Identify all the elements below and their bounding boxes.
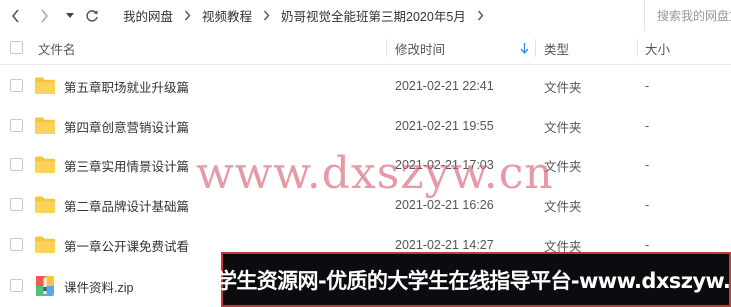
promo-banner-text: 大学生资源网-优质的大学生在线指导平台-www.dxszyw.cn — [195, 268, 731, 293]
select-all-checkbox[interactable] — [10, 41, 23, 54]
file-type: 文件夹 — [544, 199, 582, 214]
caret-down-icon — [66, 12, 74, 18]
file-list-header: 文件名 修改时间 类型 大小 — [0, 31, 731, 65]
file-type: 文件夹 — [544, 159, 582, 174]
file-size: - — [645, 119, 650, 133]
file-modified-time: 2021-02-21 19:55 — [395, 119, 494, 133]
folder-icon — [35, 156, 55, 173]
row-checkbox[interactable] — [10, 238, 23, 251]
file-modified-time: 2021-02-21 22:41 — [395, 79, 494, 93]
file-row[interactable]: 第三章实用情景设计篇 2021-02-21 17:03 文件夹 - — [0, 145, 731, 185]
column-divider[interactable] — [637, 39, 638, 57]
file-name[interactable]: 第一章公开课免费试看 — [64, 225, 189, 265]
row-checkbox[interactable] — [10, 158, 23, 171]
breadcrumb-current-folder[interactable]: 奶哥视觉全能班第三期2020年5月 — [270, 6, 477, 25]
chevron-left-icon — [11, 8, 19, 23]
file-type: 文件夹 — [544, 120, 582, 135]
forward-button[interactable] — [34, 0, 54, 31]
breadcrumb-separator-icon — [263, 10, 270, 21]
folder-icon — [35, 236, 55, 253]
file-name[interactable]: 第三章实用情景设计篇 — [64, 145, 189, 185]
file-row[interactable]: 第五章职场就业升级篇 2021-02-21 22:41 文件夹 - — [0, 66, 731, 106]
history-dropdown-button[interactable] — [63, 0, 77, 31]
row-checkbox[interactable] — [10, 119, 23, 132]
row-checkbox[interactable] — [10, 79, 23, 92]
file-name[interactable]: 第五章职场就业升级篇 — [64, 66, 189, 106]
file-modified-time: 2021-02-21 16:26 — [395, 198, 494, 212]
breadcrumb-separator-icon — [184, 10, 191, 21]
column-header-name[interactable]: 文件名 — [38, 31, 76, 65]
refresh-button[interactable] — [82, 0, 102, 31]
column-divider[interactable] — [386, 39, 387, 57]
file-name[interactable]: 第二章品牌设计基础篇 — [64, 185, 189, 225]
file-size: - — [645, 198, 650, 212]
breadcrumb-separator-icon — [477, 10, 484, 21]
row-checkbox[interactable] — [10, 279, 23, 292]
file-name[interactable]: 课件资料.zip — [64, 266, 133, 306]
file-size: - — [645, 79, 650, 93]
file-row[interactable]: 第二章品牌设计基础篇 2021-02-21 16:26 文件夹 - — [0, 185, 731, 225]
sort-descending-icon[interactable] — [520, 31, 529, 65]
refresh-icon — [86, 9, 98, 22]
breadcrumb-video-tutorials[interactable]: 视频教程 — [191, 6, 263, 25]
column-header-size[interactable]: 大小 — [645, 31, 670, 65]
column-header-modified[interactable]: 修改时间 — [395, 31, 445, 65]
breadcrumb-my-disk[interactable]: 我的网盘 — [112, 6, 184, 25]
file-type: 文件夹 — [544, 80, 582, 95]
row-checkbox[interactable] — [10, 198, 23, 211]
file-name[interactable]: 第四章创意营销设计篇 — [64, 106, 189, 146]
back-button[interactable] — [6, 0, 26, 31]
file-row[interactable]: 第四章创意营销设计篇 2021-02-21 19:55 文件夹 - — [0, 106, 731, 146]
folder-icon — [35, 196, 55, 213]
promo-banner: 大学生资源网-优质的大学生在线指导平台-www.dxszyw.cn — [196, 252, 731, 307]
file-size: - — [645, 158, 650, 172]
column-divider[interactable] — [535, 39, 536, 57]
breadcrumb: 我的网盘 视频教程 奶哥视觉全能班第三期2020年5月 — [112, 0, 484, 31]
chevron-right-icon — [41, 8, 49, 23]
file-modified-time: 2021-02-21 17:03 — [395, 158, 494, 172]
column-header-type[interactable]: 类型 — [544, 31, 569, 65]
zip-archive-icon — [36, 276, 54, 296]
navigation-bar: 我的网盘 视频教程 奶哥视觉全能班第三期2020年5月 搜索我的网盘文件 — [0, 0, 731, 31]
search-input[interactable]: 搜索我的网盘文件 — [644, 0, 731, 31]
folder-icon — [35, 117, 55, 134]
folder-icon — [35, 77, 55, 94]
